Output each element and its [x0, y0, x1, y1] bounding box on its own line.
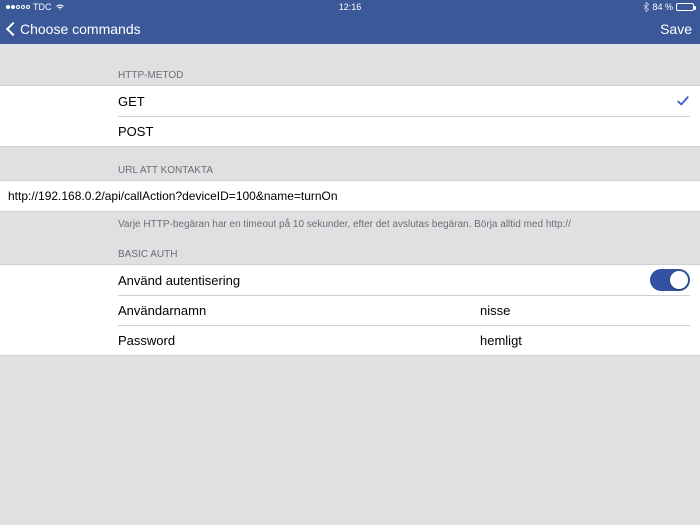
- password-label: Password: [118, 333, 175, 348]
- url-value: http://192.168.0.2/api/callAction?device…: [8, 189, 338, 203]
- carrier-label: TDC: [33, 2, 52, 12]
- checkmark-icon: [676, 94, 690, 108]
- http-method-header: HTTP-METOD: [0, 52, 700, 85]
- auth-group: Använd autentisering Användarnamn nisse …: [0, 264, 700, 356]
- url-footer: Varje HTTP-begäran har en timeout på 10 …: [0, 212, 700, 231]
- auth-header: BASIC AUTH: [0, 231, 700, 264]
- battery-percent: 84 %: [652, 2, 673, 12]
- back-label: Choose commands: [20, 21, 141, 37]
- chevron-left-icon: [6, 22, 20, 36]
- wifi-icon: [55, 3, 65, 11]
- http-method-option-get[interactable]: GET: [0, 86, 700, 116]
- nav-bar: Choose commands Save: [0, 14, 700, 44]
- option-label: GET: [118, 94, 145, 109]
- auth-toggle[interactable]: [650, 269, 690, 291]
- bluetooth-icon: [643, 2, 649, 12]
- battery-icon: [676, 3, 694, 11]
- username-value: nisse: [480, 303, 510, 318]
- url-input[interactable]: http://192.168.0.2/api/callAction?device…: [0, 181, 700, 211]
- back-button[interactable]: Choose commands: [8, 21, 141, 37]
- option-label: POST: [118, 124, 153, 139]
- status-left: TDC: [6, 2, 65, 12]
- password-value: hemligt: [480, 333, 522, 348]
- signal-dots-icon: [6, 5, 30, 9]
- url-header: URL ATT KONTAKTA: [0, 147, 700, 180]
- clock: 12:16: [339, 2, 362, 12]
- username-row[interactable]: Användarnamn nisse: [0, 295, 700, 325]
- status-bar: TDC 12:16 84 %: [0, 0, 700, 14]
- auth-toggle-row: Använd autentisering: [0, 265, 700, 295]
- status-right: 84 %: [643, 2, 694, 12]
- url-group: http://192.168.0.2/api/callAction?device…: [0, 180, 700, 212]
- http-method-option-post[interactable]: POST: [0, 116, 700, 146]
- username-label: Användarnamn: [118, 303, 206, 318]
- http-method-group: GET POST: [0, 85, 700, 147]
- auth-toggle-label: Använd autentisering: [118, 273, 240, 288]
- password-row[interactable]: Password hemligt: [0, 325, 700, 355]
- save-button[interactable]: Save: [660, 21, 692, 37]
